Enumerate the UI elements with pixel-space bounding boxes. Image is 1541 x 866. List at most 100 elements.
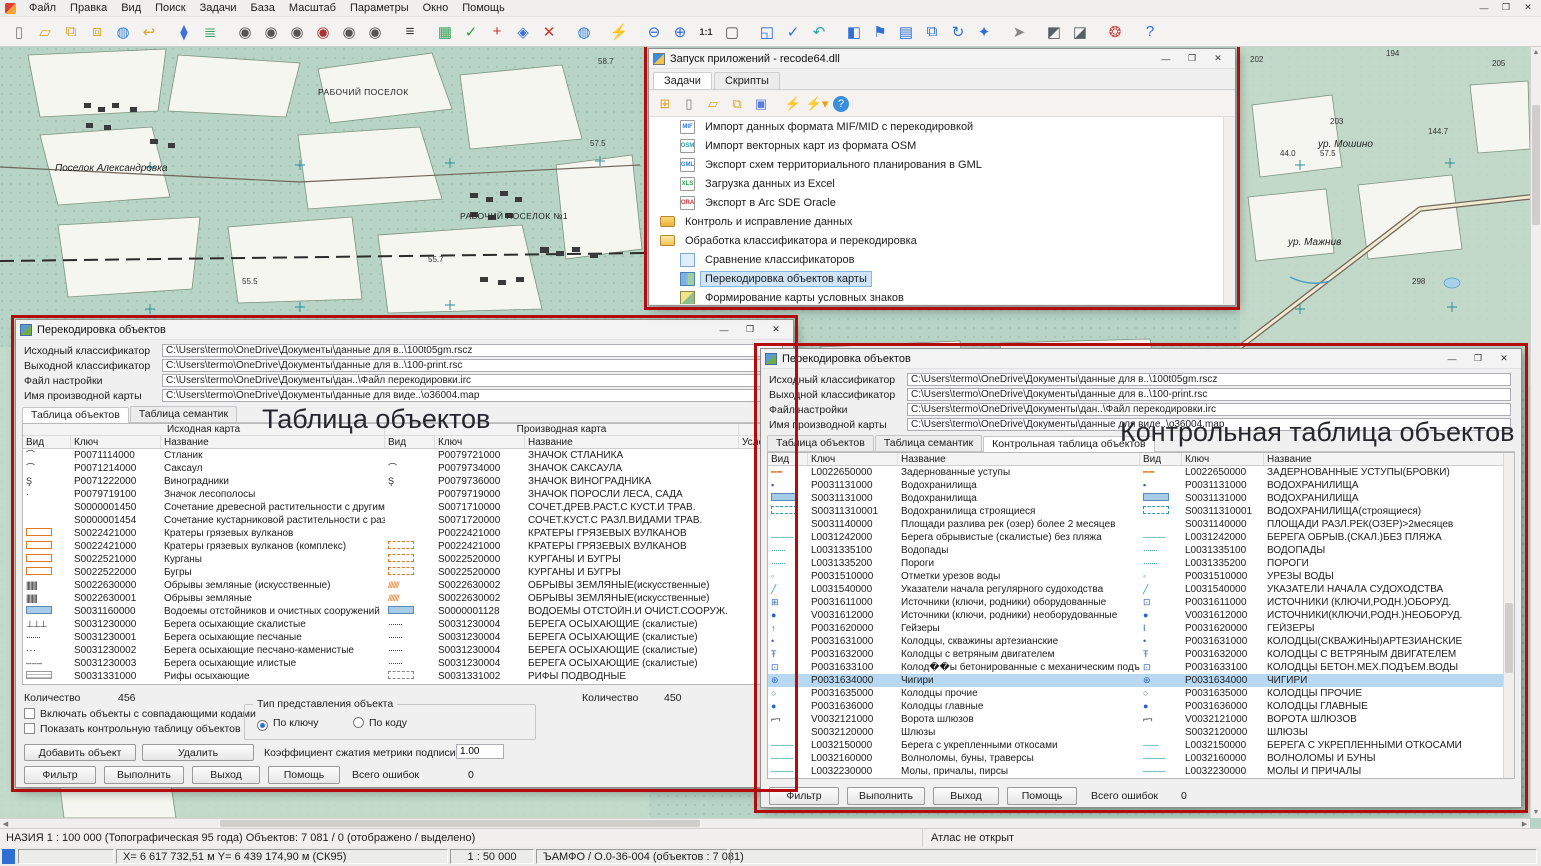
help-button[interactable]: Помощь bbox=[268, 766, 340, 784]
table-row[interactable]: S0031140000Площади разлива рек (озер) бо… bbox=[768, 518, 1514, 531]
exit-button[interactable]: Выход bbox=[192, 766, 260, 784]
menu-item[interactable]: Масштаб bbox=[282, 1, 343, 15]
geoportal-icon[interactable]: ◍ bbox=[572, 20, 596, 44]
map-table-icon[interactable]: ▤ bbox=[894, 20, 918, 44]
vertical-scroll-thumb[interactable] bbox=[1532, 105, 1540, 225]
tab-scripts[interactable]: Скрипты bbox=[714, 72, 780, 89]
launcher-item[interactable]: MIFИмпорт данных формата MIF/MID с перек… bbox=[650, 117, 1223, 136]
tab-0[interactable]: Таблица объектов bbox=[22, 407, 129, 423]
view-3d-scene-icon[interactable]: ◪ bbox=[1068, 20, 1092, 44]
column-header[interactable]: Название bbox=[161, 436, 385, 448]
search-next-icon[interactable]: ◉ bbox=[285, 20, 309, 44]
table-row[interactable]: ╱L0031540000Указатели начала регулярного… bbox=[768, 583, 1514, 596]
table-row[interactable]: ▪P0031131000Водохранилища▪P0031131000ВОД… bbox=[768, 479, 1514, 492]
recode-right-field-input[interactable] bbox=[907, 388, 1511, 401]
column-header[interactable]: Вид bbox=[385, 436, 435, 448]
search-object-icon[interactable]: ◉ bbox=[259, 20, 283, 44]
pointer-icon[interactable]: ➤ bbox=[1007, 20, 1031, 44]
help-button[interactable]: Помощь bbox=[1007, 787, 1077, 805]
close-map-icon[interactable]: ↩ bbox=[137, 20, 161, 44]
apply-icon[interactable]: ✓ bbox=[781, 20, 805, 44]
tab-1[interactable]: Таблица семантик bbox=[875, 435, 982, 451]
table-row[interactable]: ────L0032230000Молы, причалы, пирсы────L… bbox=[768, 765, 1514, 778]
table-row[interactable]: ·······S0031230001Берега осыхающие песча… bbox=[23, 631, 786, 644]
delete-object-button[interactable]: Удалить bbox=[142, 744, 254, 761]
database-icon[interactable]: ≣ bbox=[198, 20, 222, 44]
radio-by-code[interactable]: По коду bbox=[353, 717, 407, 729]
table-row[interactable]: · · ·S0031230002Берега осыхающие песчано… bbox=[23, 644, 786, 657]
select-frame-icon[interactable]: ◱ bbox=[755, 20, 779, 44]
run-button[interactable]: Выполнить bbox=[104, 766, 184, 784]
view-3d-icon[interactable]: ◩ bbox=[1042, 20, 1066, 44]
menu-item[interactable]: Окно bbox=[416, 1, 456, 15]
run-button[interactable]: Выполнить bbox=[847, 787, 925, 805]
radio-by-key[interactable]: По ключу bbox=[257, 717, 319, 731]
table-row[interactable]: ·······L0031335200Пороги·······L00313352… bbox=[768, 557, 1514, 570]
filter-button[interactable]: Фильтр bbox=[769, 787, 839, 805]
table-row[interactable]: ⊥⊥⊥S0031230000Берега осыхающие скалистые… bbox=[23, 618, 786, 631]
task-check-icon[interactable]: ✓ bbox=[459, 20, 483, 44]
table-row[interactable]: ŞP0071222000ВиноградникиŞP0079736000ЗНАЧ… bbox=[23, 475, 786, 488]
recode-left-field-input[interactable] bbox=[162, 359, 783, 372]
table-row[interactable]: ●V0031612000Источники (ключи, родники) н… bbox=[768, 609, 1514, 622]
new-file-icon[interactable]: ▯ bbox=[678, 93, 700, 115]
map-select-icon[interactable]: ◧ bbox=[842, 20, 866, 44]
search-icon[interactable]: ◉ bbox=[233, 20, 257, 44]
coef-input[interactable] bbox=[456, 744, 504, 759]
table-row[interactable]: ⌒P0071214000Саксаул⌒P0079734000ЗНАЧОК СА… bbox=[23, 462, 786, 475]
column-header[interactable]: Название bbox=[525, 436, 739, 448]
table-row[interactable]: ●P0031636000Колодцы главные●P0031636000К… bbox=[768, 700, 1514, 713]
add-object-button[interactable]: Добавить объект bbox=[24, 744, 136, 761]
column-header[interactable]: Ключ bbox=[435, 436, 525, 448]
run-applications-icon[interactable]: ⚡ bbox=[607, 20, 631, 44]
run-params-icon[interactable]: ⚡▾ bbox=[806, 93, 828, 115]
table-row[interactable]: ŦP0031632000Колодцы с ветряным двигателе… bbox=[768, 648, 1514, 661]
launcher-item[interactable]: XLSЗагрузка данных из Excel bbox=[650, 174, 1223, 193]
table-row[interactable]: ━ ━L0022650000Задернованные уступы━ ━L00… bbox=[768, 466, 1514, 479]
column-header[interactable]: Название bbox=[898, 453, 1140, 465]
tab-tasks[interactable]: Задачи bbox=[653, 72, 712, 89]
table-row[interactable]: S0032120000ШлюзыS0032120000ШЛЮЗЫ bbox=[768, 726, 1514, 739]
open-map-icon[interactable]: ▱ bbox=[33, 20, 57, 44]
column-header[interactable]: Вид bbox=[1140, 453, 1182, 465]
table-row[interactable]: S0022522000БугрыS0022520000КУРГАНЫ И БУГ… bbox=[23, 566, 786, 579]
table-row[interactable]: •P0031631000Колодцы, скважины артезианск… bbox=[768, 635, 1514, 648]
table-row[interactable]: ||||||||S0022630001Обрывы земляные//////… bbox=[23, 592, 786, 605]
launcher-item[interactable]: Обработка классификатора и перекодировка bbox=[650, 231, 1223, 250]
launcher-scrollbar[interactable] bbox=[1223, 117, 1234, 304]
recode-right-titlebar[interactable]: Перекодировка объектов —❐✕ bbox=[761, 349, 1521, 369]
maximize-button[interactable]: ❐ bbox=[1465, 350, 1491, 367]
search-list-icon[interactable]: ◉ bbox=[363, 20, 387, 44]
table-row[interactable]: S0000001450Сочетание древесной раститель… bbox=[23, 501, 786, 514]
radio-by-key-circle[interactable] bbox=[257, 720, 268, 731]
table-row[interactable]: S0031331000Рифы осыхающиеS0031331002РИФЫ… bbox=[23, 670, 786, 683]
open-all-icon[interactable]: ⧉ bbox=[726, 93, 748, 115]
close-button[interactable]: ✕ bbox=[763, 321, 789, 338]
horizontal-scrollbar[interactable]: ◀ ▶ bbox=[0, 818, 1530, 828]
table-row[interactable]: ◦P0031510000Отметки урезов воды◦P0031510… bbox=[768, 570, 1514, 583]
menu-item[interactable]: Вид bbox=[114, 1, 148, 15]
menu-item[interactable]: База bbox=[244, 1, 282, 15]
scroll-left-icon[interactable]: ◀ bbox=[0, 819, 11, 828]
run-task-icon[interactable]: ⚡ bbox=[782, 93, 804, 115]
context-help-icon[interactable]: ? bbox=[1138, 20, 1162, 44]
column-header[interactable]: Название bbox=[1264, 453, 1505, 465]
map-editor-icon[interactable]: ▦ bbox=[433, 20, 457, 44]
palette-icon[interactable]: ❂ bbox=[1103, 20, 1127, 44]
map-refresh-icon[interactable]: ↻ bbox=[946, 20, 970, 44]
scroll-down-icon[interactable]: ▼ bbox=[1531, 807, 1541, 818]
column-header[interactable]: Вид bbox=[768, 453, 808, 465]
scroll-up-icon[interactable]: ▲ bbox=[1531, 47, 1541, 58]
open-geoportal-icon[interactable]: ◍ bbox=[111, 20, 135, 44]
table-row[interactable]: S0022521000КурганыS0022520000КУРГАНЫ И Б… bbox=[23, 553, 786, 566]
recode-left-titlebar[interactable]: Перекодировка объектов —❐✕ bbox=[16, 320, 793, 340]
table-row[interactable]: – – –S0031230003Берега осыхающие илистые… bbox=[23, 657, 786, 670]
recode-left-field-input[interactable] bbox=[162, 389, 783, 402]
edit-object-icon[interactable]: ◈ bbox=[511, 20, 535, 44]
exit-button[interactable]: Выход bbox=[933, 787, 999, 805]
vertical-scrollbar[interactable]: ▲ ▼ bbox=[1530, 47, 1541, 818]
map-copy-icon[interactable]: ⧉ bbox=[920, 20, 944, 44]
open-folder-map-icon[interactable]: ⧈ bbox=[85, 20, 109, 44]
search-area-icon[interactable]: ◉ bbox=[337, 20, 361, 44]
table-row[interactable]: ⊞P0031611000Источники (ключи, родники) о… bbox=[768, 596, 1514, 609]
